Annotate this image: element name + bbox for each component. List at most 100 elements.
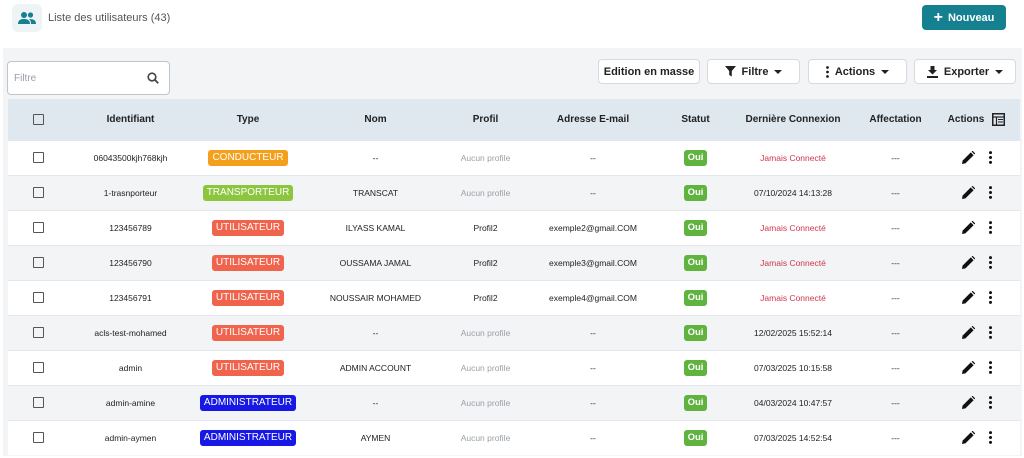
more-vertical-icon[interactable]: [988, 256, 992, 269]
column-settings-icon[interactable]: [992, 112, 1006, 126]
table-row[interactable]: 123456789 UTILISATEUR ILYASS KAMAL Profil2 e…: [8, 209, 1020, 245]
cell-profil: Aucun profile: [448, 314, 523, 350]
row-select-cell: [8, 279, 68, 315]
new-user-button[interactable]: + Nouveau: [922, 5, 1006, 30]
column-header-affectation[interactable]: Affectation: [858, 99, 933, 140]
row-checkbox[interactable]: [32, 257, 44, 269]
cell-profil: Aucun profile: [448, 174, 523, 210]
cell-profil: Aucun profile: [448, 349, 523, 385]
pencil-icon[interactable]: [961, 361, 975, 374]
actions-header-label: Actions: [947, 113, 985, 125]
more-vertical-icon[interactable]: [988, 361, 992, 374]
pencil-icon[interactable]: [961, 256, 975, 269]
pencil-icon[interactable]: [961, 291, 975, 304]
more-vertical-icon[interactable]: [988, 151, 992, 164]
cell-nom: --: [303, 314, 448, 350]
cell-nom: OUSSAMA JAMAL: [303, 244, 448, 280]
cell-actions: [933, 314, 1020, 350]
status-badge: Oui: [683, 394, 708, 411]
table-row[interactable]: admin UTILISATEUR ADMIN ACCOUNT Aucun profi…: [8, 349, 1020, 385]
cell-statut: Oui: [663, 349, 728, 385]
row-checkbox[interactable]: [32, 327, 44, 339]
row-checkbox[interactable]: [32, 152, 44, 164]
cell-nom: --: [303, 384, 448, 420]
column-header-type[interactable]: Type: [193, 99, 303, 140]
cell-affectation: ---: [858, 349, 933, 385]
page-title: Liste des utilisateurs (43): [48, 12, 171, 24]
export-dropdown-button[interactable]: Exporter: [914, 59, 1016, 84]
status-badge: Oui: [683, 149, 708, 166]
table-row[interactable]: acls-test-mohamed UTILISATEUR -- Aucun prof…: [8, 314, 1020, 350]
cell-connexion: 12/02/2025 15:52:14: [728, 314, 858, 350]
more-vertical-icon[interactable]: [988, 186, 992, 199]
more-vertical-icon[interactable]: [988, 431, 992, 445]
search-icon[interactable]: [147, 71, 159, 89]
pencil-icon[interactable]: [961, 326, 975, 339]
cell-actions: [933, 279, 1020, 315]
filter-field[interactable]: [7, 61, 170, 95]
cell-type: UTILISATEUR: [193, 244, 303, 280]
cell-email: --: [523, 384, 663, 420]
cell-type: UTILISATEUR: [193, 349, 303, 385]
cell-statut: Oui: [663, 139, 728, 175]
cell-affectation: ---: [858, 174, 933, 210]
chevron-down-icon: [774, 69, 783, 74]
pencil-icon[interactable]: [961, 396, 975, 409]
table-row[interactable]: admin-amine ADMINISTRATEUR -- Aucun profile…: [8, 384, 1020, 420]
cell-affectation: ---: [858, 244, 933, 280]
cell-affectation: ---: [858, 314, 933, 350]
select-all-checkbox[interactable]: [32, 113, 44, 125]
column-header-statut[interactable]: Statut: [663, 99, 728, 140]
column-header-email[interactable]: Adresse E-mail: [523, 99, 663, 140]
row-checkbox[interactable]: [32, 292, 44, 304]
table-row[interactable]: 06043500kjh768kjh CONDUCTEUR -- Aucun profi…: [8, 139, 1020, 175]
cell-identifiant: 123456790: [68, 244, 193, 280]
cell-statut: Oui: [663, 384, 728, 420]
pencil-icon[interactable]: [961, 186, 975, 199]
pencil-icon[interactable]: [961, 221, 975, 234]
cell-connexion: Jamais Connecté: [728, 244, 858, 280]
row-checkbox[interactable]: [32, 397, 44, 409]
column-header-nom[interactable]: Nom: [303, 99, 448, 140]
cell-actions: [933, 384, 1020, 420]
cell-identifiant: acls-test-mohamed: [68, 314, 193, 350]
type-badge: CONDUCTEUR: [208, 149, 288, 166]
column-header-connexion[interactable]: Dernière Connexion: [728, 99, 858, 140]
more-vertical-icon[interactable]: [988, 396, 992, 409]
table-row[interactable]: 1-trasnporteur TRANSPORTEUR TRANSCAT Aucun …: [8, 174, 1020, 210]
row-checkbox[interactable]: [32, 222, 44, 234]
filter-dropdown-button[interactable]: Filtre: [707, 59, 800, 84]
type-badge: UTILISATEUR: [211, 289, 285, 306]
bulk-edit-button[interactable]: Edition en masse: [598, 59, 700, 84]
column-header-identifiant[interactable]: Identifiant: [68, 99, 193, 140]
column-header-profil[interactable]: Profil: [448, 99, 523, 140]
table-row[interactable]: admin-aymen ADMINISTRATEUR AYMEN Aucun prof…: [8, 419, 1020, 455]
more-vertical-icon: [825, 65, 829, 78]
chevron-down-icon: [995, 69, 1004, 74]
table-row[interactable]: 123456791 UTILISATEUR NOUSSAIR MOHAMED Prof…: [8, 279, 1020, 315]
row-checkbox[interactable]: [32, 362, 44, 374]
row-checkbox[interactable]: [32, 187, 44, 199]
cell-type: UTILISATEUR: [193, 314, 303, 350]
cell-type: TRANSPORTEUR: [193, 174, 303, 210]
cell-identifiant: admin-amine: [68, 384, 193, 420]
bulk-edit-label: Edition en masse: [603, 65, 695, 78]
more-vertical-icon[interactable]: [988, 326, 992, 339]
cell-connexion: 07/10/2024 14:13:28: [728, 174, 858, 210]
filter-button-label: Filtre: [741, 65, 769, 78]
cell-identifiant: admin-aymen: [68, 419, 193, 455]
pencil-icon[interactable]: [961, 151, 975, 164]
row-checkbox[interactable]: [32, 432, 44, 444]
row-select-cell: [8, 384, 68, 420]
actions-dropdown-button[interactable]: Actions: [808, 59, 907, 84]
cell-actions: [933, 349, 1020, 385]
pencil-icon[interactable]: [961, 431, 975, 445]
cell-affectation: ---: [858, 139, 933, 175]
filter-input[interactable]: [14, 62, 144, 94]
more-vertical-icon[interactable]: [988, 221, 992, 234]
cell-email: exemple3@gmail.COM: [523, 244, 663, 280]
cell-connexion: Jamais Connecté: [728, 209, 858, 245]
row-select-cell: [8, 314, 68, 350]
more-vertical-icon[interactable]: [988, 291, 992, 304]
table-row[interactable]: 123456790 UTILISATEUR OUSSAMA JAMAL Profil2…: [8, 244, 1020, 280]
